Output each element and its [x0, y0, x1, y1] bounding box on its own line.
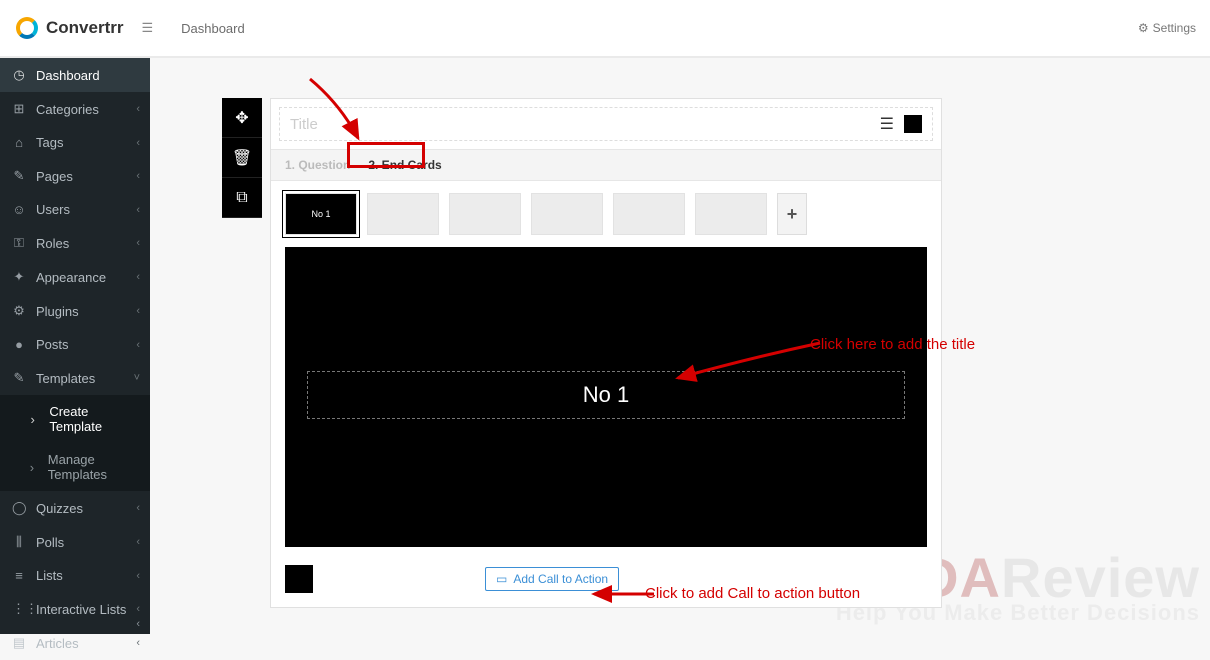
pages-icon: ✎ [12, 168, 26, 184]
editor-panel: Title ☰ 1. Question 2. End Cards No 1 + … [222, 98, 942, 608]
interactive-lists-icon: ⋮⋮ [12, 601, 26, 617]
sidebar-item-templates[interactable]: ✎Templates˅ [0, 361, 150, 395]
posts-icon: ● [12, 337, 26, 352]
add-thumbnail-button[interactable]: + [777, 193, 807, 235]
breadcrumb: Dashboard [181, 21, 245, 36]
templates-icon: ✎ [12, 370, 26, 386]
chevron-left-icon: ‹ [136, 271, 140, 283]
roles-icon: ⚿ [12, 235, 26, 251]
thumbnail-row: No 1 + [271, 181, 941, 247]
categories-icon: ⊞ [12, 101, 26, 117]
brand-name: Convertrr [46, 18, 123, 38]
chevron-left-icon: ‹ [136, 637, 140, 649]
color-swatch[interactable] [904, 115, 922, 133]
sidebar-item-polls[interactable]: ⫼Polls‹ [0, 525, 150, 559]
thumbnail-empty[interactable] [613, 193, 685, 235]
sidebar-item-plugins[interactable]: ⚙Plugins‹ [0, 294, 150, 328]
topbar: Convertrr ☰ Dashboard ⚙ Settings [0, 0, 1210, 58]
sidebar-item-lists[interactable]: ≡Lists‹ [0, 559, 150, 592]
appearance-icon: ✦ [12, 269, 26, 285]
thumbnail-1[interactable]: No 1 [285, 193, 357, 235]
quizzes-icon: ◯ [12, 500, 26, 516]
thumbnail-empty[interactable] [695, 193, 767, 235]
title-input[interactable]: Title [290, 116, 880, 133]
tags-icon: ⌂ [12, 135, 26, 150]
polls-icon: ⫼ [12, 534, 26, 550]
dashboard-icon: ◷ [12, 67, 26, 83]
plus-icon: + [787, 204, 798, 225]
cta-icon: ▭ [496, 572, 507, 586]
chevron-left-icon: ‹ [136, 237, 140, 249]
add-cta-button[interactable]: ▭ Add Call to Action [485, 567, 619, 591]
sidebar-item-users[interactable]: ☺Users‹ [0, 193, 150, 226]
card-title-input[interactable]: No 1 [307, 371, 905, 419]
sidebar-item-create-template[interactable]: ›Create Template [0, 395, 150, 443]
tab-end-cards[interactable]: 2. End Cards [368, 158, 441, 172]
sidebar-item-articles[interactable]: ▤Articles‹ [0, 626, 150, 660]
app-logo: Convertrr [16, 17, 123, 39]
logo-icon [16, 17, 38, 39]
chevron-left-icon: ‹ [136, 603, 140, 615]
chevron-right-icon: › [26, 460, 38, 475]
users-icon: ☺ [12, 202, 26, 217]
gear-icon: ⚙ [1138, 21, 1149, 35]
sidebar-item-appearance[interactable]: ✦Appearance‹ [0, 260, 150, 294]
chevron-left-icon: ‹ [136, 170, 140, 182]
chevron-left-icon: ‹ [136, 502, 140, 514]
sidebar-item-interactive-lists[interactable]: ⋮⋮Interactive Lists‹ [0, 592, 150, 626]
settings-label: Settings [1153, 21, 1196, 35]
chevron-left-icon: ‹ [136, 536, 140, 548]
chevron-down-icon: ˅ [134, 372, 140, 384]
sidebar-item-dashboard[interactable]: ◷Dashboard [0, 58, 150, 92]
chevron-left-icon: ‹ [136, 570, 140, 582]
chevron-left-icon: ‹ [136, 103, 140, 115]
sidebar: ◷Dashboard ⊞Categories‹ ⌂Tags‹ ✎Pages‹ ☺… [0, 58, 150, 634]
sidebar-item-manage-templates[interactable]: ›Manage Templates [0, 443, 150, 491]
tab-question[interactable]: 1. Question [285, 158, 350, 172]
settings-link[interactable]: ⚙ Settings [1138, 21, 1196, 35]
hamburger-icon[interactable]: ☰ [141, 20, 153, 36]
sidebar-collapse-icon[interactable]: ‹ [136, 618, 140, 630]
articles-icon: ▤ [12, 635, 26, 651]
main-area: HUDAReview Help You Make Better Decision… [150, 58, 1210, 634]
sidebar-item-tags[interactable]: ⌂Tags‹ [0, 126, 150, 159]
color-swatch-secondary[interactable] [285, 565, 313, 593]
thumbnail-empty[interactable] [531, 193, 603, 235]
sidebar-item-roles[interactable]: ⚿Roles‹ [0, 226, 150, 260]
chevron-right-icon: › [26, 412, 39, 427]
sidebar-item-categories[interactable]: ⊞Categories‹ [0, 92, 150, 126]
panel-titlebar: Title ☰ [279, 107, 933, 141]
chevron-left-icon: ‹ [136, 339, 140, 351]
thumbnail-empty[interactable] [449, 193, 521, 235]
thumbnail-empty[interactable] [367, 193, 439, 235]
below-stage-row: ▭ Add Call to Action [271, 557, 941, 607]
lists-icon: ≡ [12, 568, 26, 583]
sidebar-item-quizzes[interactable]: ◯Quizzes‹ [0, 491, 150, 525]
chevron-left-icon: ‹ [136, 305, 140, 317]
sidebar-item-posts[interactable]: ●Posts‹ [0, 328, 150, 361]
chevron-left-icon: ‹ [136, 137, 140, 149]
sidebar-item-pages[interactable]: ✎Pages‹ [0, 159, 150, 193]
plugins-icon: ⚙ [12, 303, 26, 319]
step-tabs: 1. Question 2. End Cards [271, 149, 941, 181]
card-stage: No 1 [285, 247, 927, 547]
chevron-left-icon: ‹ [136, 204, 140, 216]
list-view-icon[interactable]: ☰ [880, 114, 894, 134]
